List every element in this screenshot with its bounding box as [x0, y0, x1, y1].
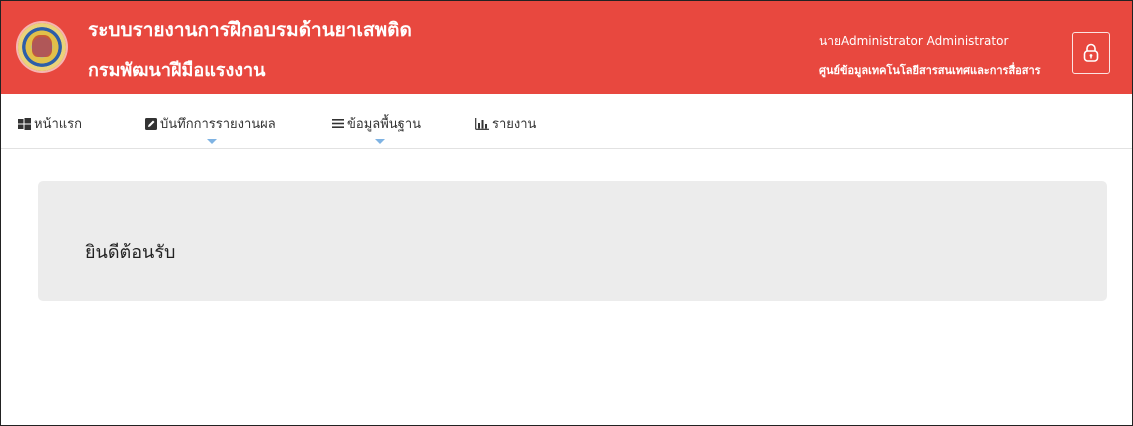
- nav-label-home: หน้าแรก: [34, 117, 82, 132]
- nav-item-report-record[interactable]: บันทึกการรายงานผล: [145, 113, 276, 134]
- chevron-down-icon: [207, 139, 217, 144]
- chevron-down-icon: [375, 139, 385, 144]
- list-icon: [332, 119, 344, 128]
- nav-item-home[interactable]: หน้าแรก: [18, 113, 82, 134]
- logo-emblem: [32, 35, 52, 57]
- nav-item-reports[interactable]: รายงาน: [475, 113, 536, 134]
- app-window: ระบบรายงานการฝึกอบรมด้านยาเสพติด กรมพัฒน…: [0, 0, 1133, 426]
- agency-logo: [18, 23, 66, 71]
- main-content: ยินดีต้อนรับ: [1, 149, 1132, 425]
- nav-label-reports: รายงาน: [492, 117, 537, 132]
- top-header: ระบบรายงานการฝึกอบรมด้านยาเสพติด กรมพัฒน…: [1, 1, 1132, 94]
- welcome-message: ยินดีต้อนรับ: [85, 242, 176, 263]
- nav-label-master-data: ข้อมูลพื้นฐาน: [347, 117, 422, 132]
- logout-button[interactable]: [1072, 32, 1110, 74]
- user-name: นายAdministrator Administrator: [819, 34, 1009, 48]
- nav-label-report-record: บันทึกการรายงานผล: [160, 117, 276, 132]
- system-title: ระบบรายงานการฝึกอบรมด้านยาเสพติด: [88, 19, 412, 41]
- bar-chart-icon: [475, 117, 489, 130]
- welcome-panel: ยินดีต้อนรับ: [38, 181, 1107, 301]
- nav-item-master-data[interactable]: ข้อมูลพื้นฐาน: [332, 113, 421, 134]
- user-department: ศูนย์ข้อมูลเทคโนโลยีสารสนเทศและการสื่อสา…: [819, 64, 1041, 77]
- edit-icon: [145, 117, 157, 130]
- windows-grid-icon: [18, 117, 31, 130]
- main-nav: หน้าแรก บันทึกการรายงานผล ข้อมูลพื้นฐาน: [1, 94, 1132, 149]
- department-title: กรมพัฒนาฝีมือแรงงาน: [88, 60, 266, 81]
- lock-icon: [1083, 43, 1099, 62]
